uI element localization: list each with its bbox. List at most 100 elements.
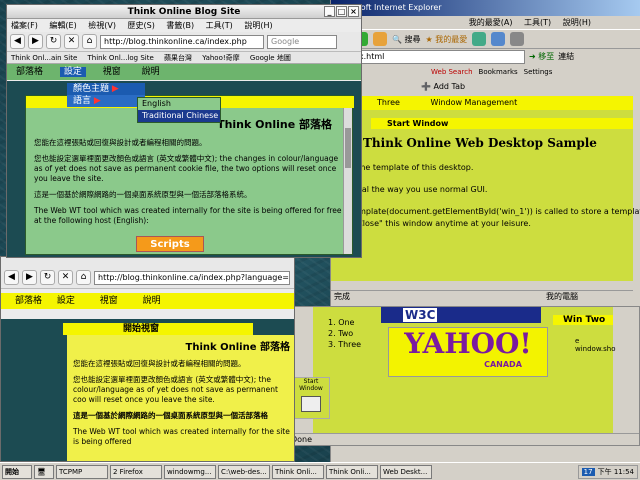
bookmark-item[interactable]: Think Onl...ain Site [11,54,77,62]
nav-window[interactable]: 視窗 [103,67,121,77]
ie-links[interactable]: 連結 [558,51,574,62]
ie-menu-tools[interactable]: 工具(T) [524,18,551,27]
submenu-language[interactable]: 語言 ▶ [67,95,145,107]
ie-menu-fav[interactable]: 我的最愛(A) [469,18,513,27]
app-menu-bar: Three Window Management [331,96,633,110]
home-icon[interactable]: ⌂ [82,34,97,49]
menu-edit[interactable]: 編輯(E) [49,21,76,30]
forward-icon[interactable]: ▶ [28,34,43,49]
taskbar-item[interactable]: TCPMP [56,464,108,479]
app-line-1: y is the template of this desktop. [341,163,474,172]
nav-help[interactable]: 說明 [143,296,161,306]
tray-badge[interactable]: 17 [581,467,595,476]
lang-trad-chinese-option[interactable]: Traditional Chinese [138,110,220,122]
start-label: 開始 [5,467,19,476]
firefox-window-1[interactable]: Think Online Blog Site _ □ × 檔案(F) 編輯(E)… [6,4,362,258]
taskbar-item[interactable]: windowmg... [164,464,216,479]
app-menu-three[interactable]: Three [377,98,400,107]
ie-status-done: 完成 [334,292,350,301]
nav-help[interactable]: 說明 [142,67,160,77]
menu-help[interactable]: 說明(H) [244,21,272,30]
list-item: Three [338,340,362,349]
taskbar-item[interactable]: 2 Firefox [110,464,162,479]
win-two-content: 1. One 2. Two 3. Three W3C YAHOO! CANADA… [313,307,616,433]
win-two-window[interactable]: 1. One 2. Two 3. Three W3C YAHOO! CANADA… [287,306,640,446]
nav-settings[interactable]: 設定 [59,67,86,77]
home-icon[interactable]: ⌂ [76,270,91,285]
web-search-button[interactable]: Web Search [431,68,473,76]
ff1-paragraph-3: 這是一個基於網際網路的一個桌面系統原型與一個活部落格系統。 [34,190,252,199]
ie-search-button[interactable]: 🔍 搜尋 [392,34,421,45]
stop-icon[interactable]: ✕ [58,270,73,285]
reload-icon[interactable]: ↻ [40,270,55,285]
app-menu-window-mgmt[interactable]: Window Management [430,98,517,107]
nav-blog[interactable]: 部落格 [15,296,42,306]
nav-blog[interactable]: 部落格 [16,67,43,77]
bookmark-item[interactable]: Think Onl...log Site [88,54,154,62]
ff2-url-input[interactable]: http://blog.thinkonline.ca/index.php?lan… [94,270,290,285]
go-label: 移至 [538,52,555,61]
ie-title-bar[interactable]: Microsoft Internet Explorer [331,0,640,16]
print-icon[interactable] [510,32,525,46]
bookmark-item[interactable]: Google 地圖 [250,54,291,62]
ie-go-button[interactable]: ➜ 移至 [529,51,554,62]
bookmark-item[interactable]: Yahoo!奇摩 [202,54,239,62]
ff1-scrollbar[interactable] [343,108,352,254]
back-icon[interactable]: ◀ [4,270,19,285]
back-icon[interactable]: ◀ [10,34,25,49]
start-window-titlebar[interactable]: Start Window [371,118,633,129]
clock[interactable]: 下午 11:54 [598,467,634,477]
mail-icon[interactable] [491,32,506,46]
settings-button[interactable]: Settings [524,68,553,76]
minimize-icon[interactable]: _ [324,6,335,17]
ff1-paragraph-4: The Web WT tool which was created intern… [34,206,342,225]
scrollbar-thumb[interactable] [345,128,351,168]
ff1-url-input[interactable]: http://blog.thinkonline.ca/index.php [100,34,264,49]
taskbar-item[interactable]: Web Deskt... [380,464,432,479]
bookmark-item[interactable]: 蘋果台灣 [164,54,192,62]
start-window-desktop-icon[interactable]: Start Window [292,377,330,419]
nav-window[interactable]: 視窗 [100,296,118,306]
w3c-text: W3C [403,308,438,322]
stop-icon[interactable]: ✕ [64,34,79,49]
taskbar-item[interactable]: C:\web-des... [218,464,270,479]
menu-history[interactable]: 歷史(S) [128,21,155,30]
scripts-logo[interactable]: Scripts [136,236,204,252]
ff2-start-titlebar[interactable]: 開始視窗 [63,323,253,335]
forward-icon[interactable]: ▶ [22,270,37,285]
ff1-search-input[interactable]: Google [267,34,337,49]
close-icon[interactable]: × [348,6,359,17]
firefox-window-2[interactable]: ◀ ▶ ↻ ✕ ⌂ http://blog.thinkonline.ca/ind… [0,256,295,462]
add-tab-label: Add Tab [433,82,466,91]
ie-favorites-button[interactable]: ★ 我的最愛 [426,34,468,45]
add-tab-button[interactable]: ➕ Add Tab [421,82,465,91]
win-two-title: Win Two [563,315,606,325]
ff1-title-bar[interactable]: Think Online Blog Site _ □ × [7,5,361,19]
app-body: y is the template of this desktop. norma… [341,162,640,230]
reload-icon[interactable]: ↻ [46,34,61,49]
bookmarks-button[interactable]: Bookmarks [479,68,518,76]
arrow-right-icon: ▶ [93,96,101,106]
taskbar-item[interactable]: Think Onli... [326,464,378,479]
ie-menu-help[interactable]: 說明(H) [563,18,591,27]
ff1-bookmarks-bar: Think Onl...ain Site Think Onl...log Sit… [7,52,361,64]
home-icon[interactable] [373,32,387,46]
language-flyout: English Traditional Chinese [137,97,221,123]
lang-english-option[interactable]: English [138,98,220,110]
win-two-titlebar[interactable]: Win Two [553,315,613,325]
maximize-icon[interactable]: □ [336,6,347,17]
start-button[interactable]: 開始 [2,464,32,479]
menu-file[interactable]: 檔案(F) [11,21,38,30]
app-line-4: an "Close" this window anytime at your l… [341,219,531,228]
ie-address-input[interactable]: /index.html [335,49,525,64]
submenu-theme[interactable]: 顏色主題 ▶ [67,83,145,95]
menu-view[interactable]: 檢視(V) [88,21,116,30]
yahoo-canada: CANADA [484,360,522,369]
menu-bookmarks[interactable]: 書籤(B) [166,21,194,30]
quicklaunch-icon[interactable]: 🖥 [34,464,54,479]
history-icon[interactable] [472,32,487,46]
nav-settings[interactable]: 設定 [57,296,75,306]
menu-tools[interactable]: 工具(T) [206,21,233,30]
ff2-content: 開始視窗 Think Online 部落格 您能在這裡張貼或回復與設計或者編程相… [1,319,294,461]
taskbar-item[interactable]: Think Onli... [272,464,324,479]
